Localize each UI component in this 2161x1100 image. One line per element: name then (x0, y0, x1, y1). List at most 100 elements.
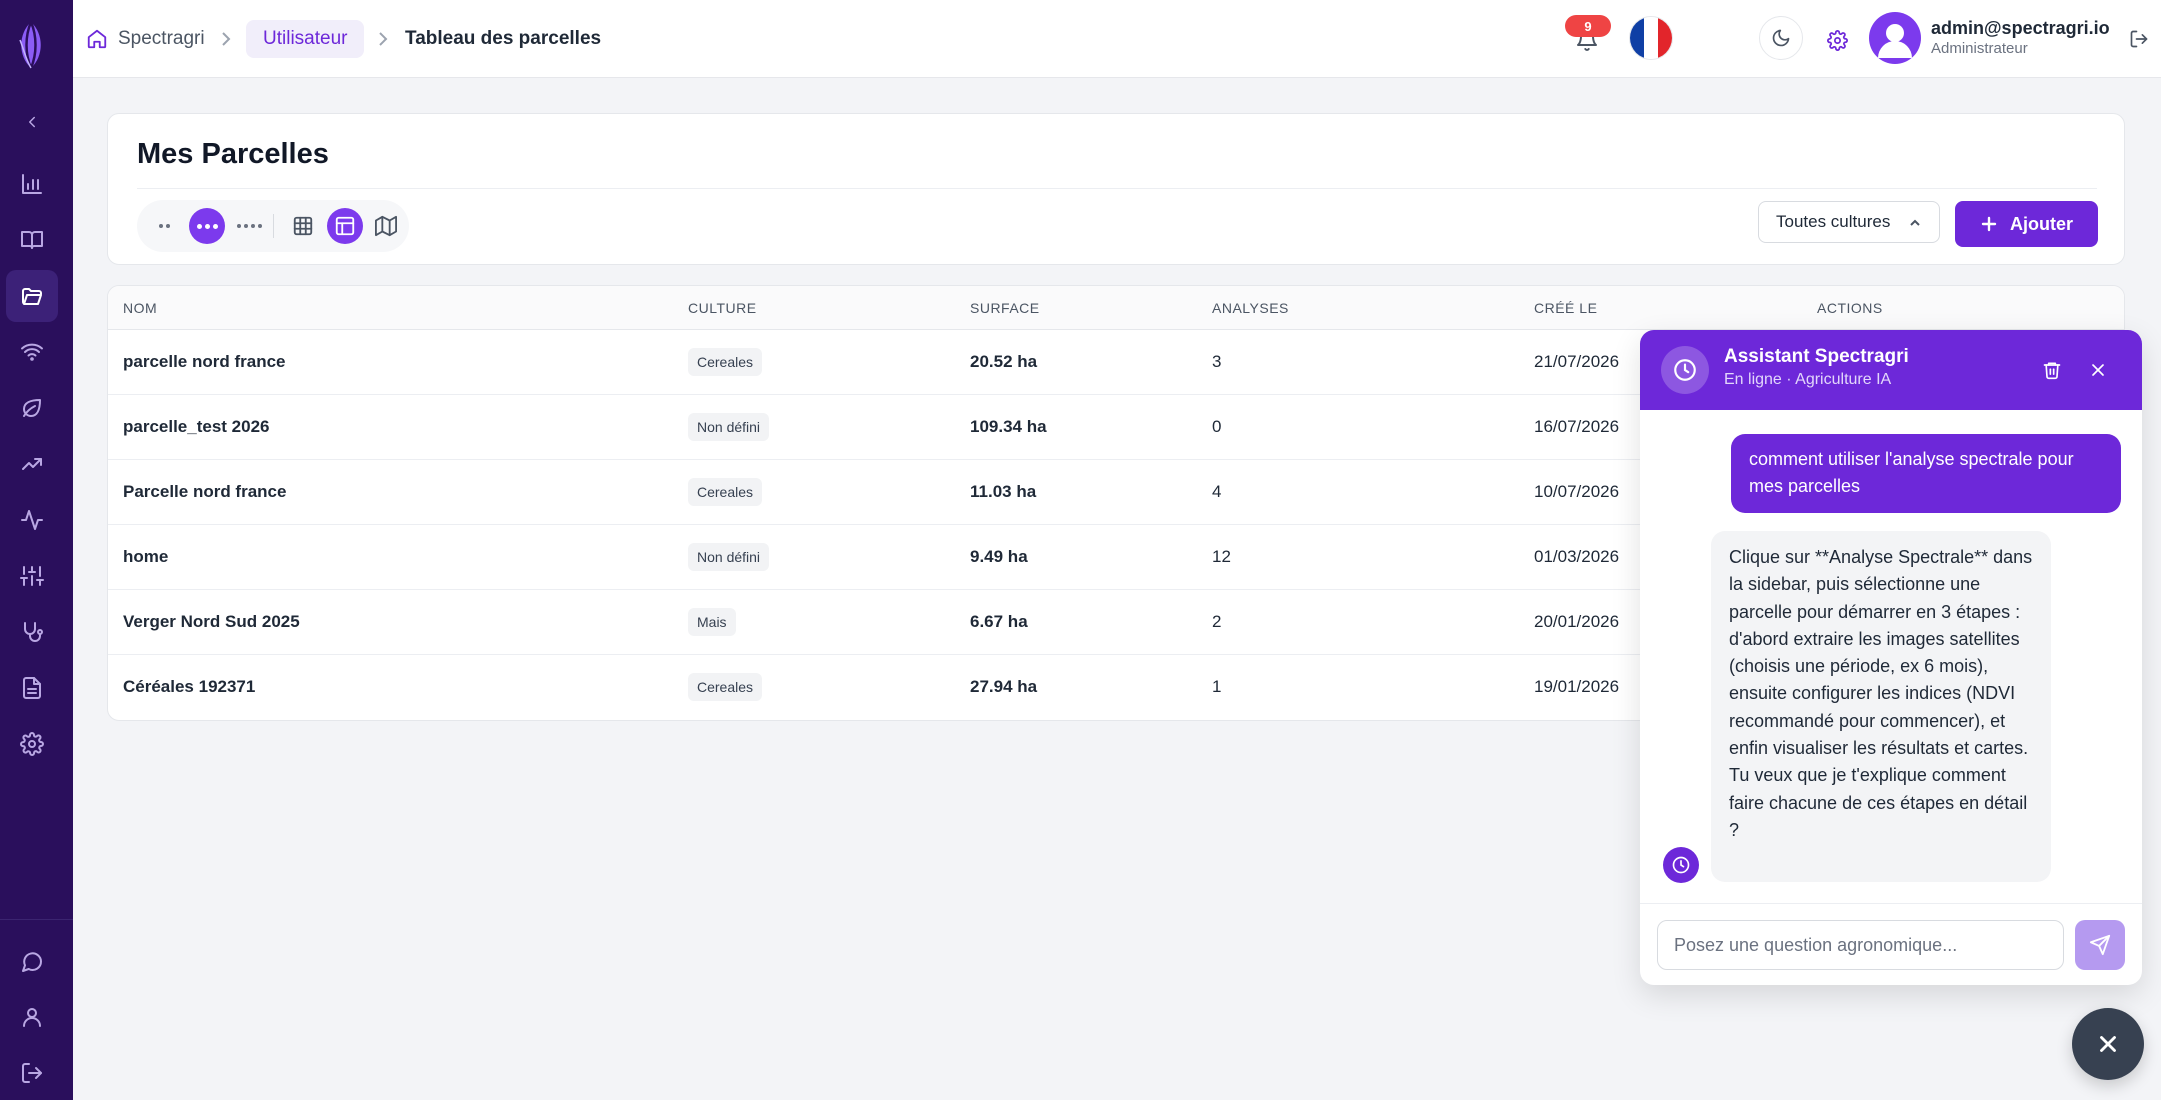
plus-icon (1981, 216, 1997, 232)
column-header-analyses[interactable]: ANALYSES (1212, 300, 1289, 316)
sidebar-item-cultures[interactable] (6, 382, 58, 434)
culture-badge: Non défini (688, 543, 770, 571)
sidebar-item-settings[interactable] (6, 718, 58, 770)
cell-cree-le: 19/01/2026 (1534, 677, 1620, 696)
assistant-message-avatar (1663, 847, 1699, 883)
breadcrumb-home[interactable]: Spectragri (86, 0, 205, 78)
send-message-button[interactable] (2075, 920, 2125, 970)
chat-title: Assistant Spectragri (1724, 346, 1909, 367)
file-text-icon (23, 677, 41, 699)
home-icon (87, 29, 107, 49)
culture-filter-select[interactable]: Toutes cultures (1758, 201, 1940, 243)
sidebar-item-diagnostic[interactable] (6, 606, 58, 658)
clear-chat-button[interactable] (2038, 356, 2066, 384)
view-toolbar (137, 200, 409, 252)
gear-icon (1826, 29, 1848, 51)
spectragri-logo[interactable] (14, 20, 48, 70)
cell-nom[interactable]: Parcelle nord france (123, 482, 286, 502)
sidebar-item-settings-sliders[interactable] (6, 550, 58, 602)
cell-analyses: 3 (1212, 352, 1222, 371)
density-normal-button[interactable] (189, 208, 225, 244)
sliders-icon (20, 566, 44, 586)
cell-nom[interactable]: Verger Nord Sud 2025 (123, 612, 300, 632)
column-header-nom[interactable]: NOM (123, 300, 157, 316)
add-parcelle-label: Ajouter (2010, 213, 2073, 234)
cell-nom[interactable]: parcelle_test 2026 (123, 417, 270, 437)
message-icon (22, 952, 43, 972)
add-parcelle-button[interactable]: Ajouter (1955, 201, 2098, 247)
logout-icon (22, 1063, 42, 1083)
sidebar-item-profile[interactable] (6, 991, 58, 1043)
collapse-sidebar-button[interactable] (6, 96, 58, 148)
avatar[interactable] (1869, 12, 1921, 64)
sidebar-divider (0, 919, 73, 920)
grid-view-button[interactable] (285, 208, 321, 244)
sidebar-item-sensors[interactable] (6, 326, 58, 378)
cell-surface: 6.67 ha (970, 612, 1028, 631)
activity-icon (21, 510, 43, 530)
moon-icon (1772, 29, 1790, 47)
chevron-right-icon (374, 29, 392, 49)
density-spacious-button[interactable] (231, 208, 267, 244)
map-icon (375, 215, 397, 237)
chat-toggle-close-button[interactable] (2072, 1008, 2144, 1080)
user-avatar-icon (1878, 24, 1912, 58)
trending-up-icon (22, 458, 42, 470)
cell-surface: 11.03 ha (970, 482, 1037, 501)
sidebar-item-trends[interactable] (6, 438, 58, 490)
culture-badge: Cereales (688, 478, 763, 506)
gear-icon (20, 732, 44, 756)
table-view-button[interactable] (327, 208, 363, 244)
chat-footer-divider (1640, 903, 2142, 904)
table-icon (335, 216, 355, 236)
chat-input[interactable] (1657, 920, 2064, 970)
cell-nom[interactable]: home (123, 547, 168, 567)
folder-icon (22, 288, 42, 305)
cell-cree-le: 21/07/2026 (1534, 352, 1620, 371)
breadcrumb-section[interactable]: Utilisateur (246, 20, 365, 58)
sidebar-item-reports[interactable] (6, 662, 58, 714)
bar-chart-icon (22, 174, 42, 194)
column-header-surface[interactable]: SURFACE (970, 300, 1040, 316)
sidebar-item-docs[interactable] (6, 214, 58, 266)
user-message: comment utiliser l'analyse spectrale pou… (1731, 434, 2121, 513)
cell-surface: 9.49 ha (970, 547, 1028, 566)
dots-four-icon (236, 224, 262, 228)
language-flag-fr[interactable] (1629, 16, 1673, 60)
close-icon (2100, 1036, 2116, 1052)
sidebar-item-activity[interactable] (6, 494, 58, 546)
cell-nom[interactable]: parcelle nord france (123, 352, 286, 372)
assistant-chat-panel: Assistant Spectragri En ligne · Agricult… (1640, 330, 2142, 985)
breadcrumb-home-label: Spectragri (118, 28, 205, 49)
column-header-cree-le[interactable]: CRÉÉ LE (1534, 300, 1597, 316)
sidebar-item-chat[interactable] (6, 936, 58, 988)
logout-icon (2130, 30, 2148, 48)
dots-two-icon (158, 224, 170, 228)
sidebar-item-logout[interactable] (6, 1047, 58, 1099)
culture-badge: Cereales (688, 673, 763, 701)
sidebar (0, 0, 73, 1100)
cell-analyses: 12 (1212, 547, 1231, 566)
map-view-button[interactable] (368, 208, 404, 244)
theme-toggle-button[interactable] (1759, 16, 1803, 60)
trash-icon (2043, 362, 2061, 380)
column-header-culture[interactable]: CULTURE (688, 300, 757, 316)
toolbar-divider (273, 214, 274, 238)
density-compact-button[interactable] (146, 208, 182, 244)
chevron-right-icon (217, 29, 235, 49)
sidebar-item-parcelles[interactable] (6, 270, 58, 322)
sidebar-item-dashboard[interactable] (6, 158, 58, 210)
close-chat-button[interactable] (2084, 356, 2112, 384)
cell-cree-le: 16/07/2026 (1534, 417, 1620, 436)
chevron-left-icon (29, 116, 35, 128)
chat-status: En ligne · Agriculture IA (1724, 371, 1892, 388)
settings-button[interactable] (1817, 20, 1857, 60)
cell-analyses: 4 (1212, 482, 1222, 501)
culture-badge: Non défini (688, 413, 770, 441)
table-header: NOM CULTURE SURFACE ANALYSES CRÉÉ LE ACT… (108, 286, 2124, 330)
cell-nom[interactable]: Céréales 192371 (123, 677, 255, 697)
user-icon (23, 1008, 41, 1027)
logout-button[interactable] (2124, 24, 2154, 54)
notification-count-badge: 9 (1565, 15, 1611, 37)
column-header-actions: ACTIONS (1817, 300, 1883, 316)
